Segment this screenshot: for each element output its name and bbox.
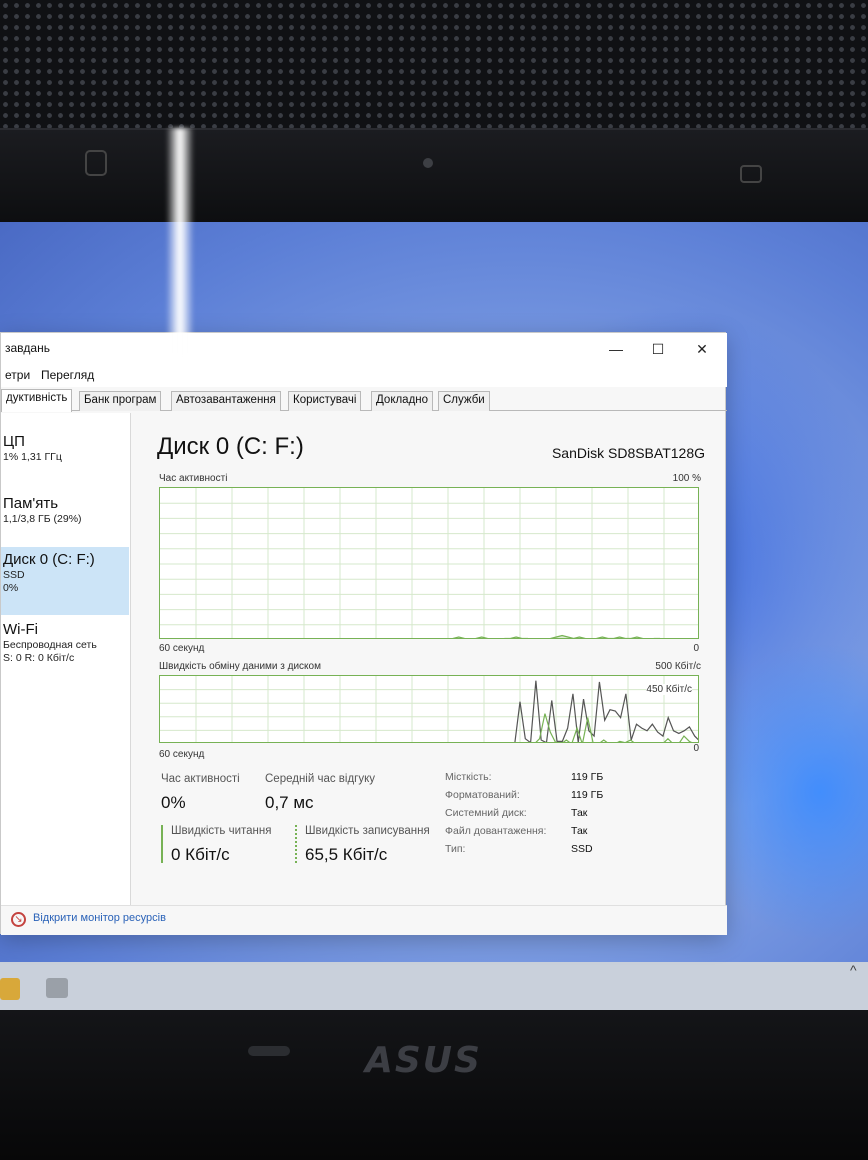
disk-model: SanDisk SD8SBAT128G — [551, 445, 705, 461]
transfer-graph-inner-label: 450 Кбіт/с — [646, 684, 692, 695]
prop-capacity-value: 119 ГБ — [571, 771, 604, 783]
sidebar-item-cpu[interactable]: ЦП 1% 1,31 ГГц — [1, 433, 129, 485]
prop-type-value: SSD — [571, 843, 593, 855]
activity-graph-label: Час активності — [159, 473, 228, 484]
device-brand-logo: ASUS — [365, 1040, 482, 1081]
tab-app-history[interactable]: Банк програм — [79, 391, 162, 411]
read-speed-value: 0 Кбіт/с — [171, 845, 230, 864]
tab-startup[interactable]: Автозавантаження — [171, 391, 281, 411]
open-resource-monitor-link[interactable]: Відкрити монітор ресурсів — [33, 912, 166, 924]
activity-graph — [159, 487, 699, 639]
response-time-value: 0,7 мс — [265, 793, 314, 812]
sidebar-item-sub: SSD — [3, 569, 25, 581]
tab-services[interactable]: Служби — [438, 391, 490, 411]
prop-formatted-value: 119 ГБ — [571, 789, 604, 801]
webcam-icon — [423, 158, 433, 168]
prop-formatted-label: Форматований: — [445, 789, 520, 801]
laptop-top-bezel — [0, 128, 868, 223]
sidebar-item-sub: 1,1/3,8 ГБ (29%) — [3, 513, 82, 525]
transfer-graph-svg — [160, 676, 698, 742]
transfer-graph: 450 Кбіт/с — [159, 675, 699, 743]
prop-system-disk-value: Так — [571, 807, 588, 819]
prop-page-file-value: Так — [571, 825, 588, 837]
bezel-clip-right — [740, 165, 762, 183]
transfer-graph-max: 500 Кбіт/с — [655, 661, 701, 672]
menu-bar: етри Перегляд — [1, 365, 727, 387]
prop-system-disk-label: Системний диск: — [445, 807, 527, 819]
activity-graph-time: 60 секунд — [159, 643, 205, 654]
tab-users[interactable]: Користувачі — [288, 391, 362, 411]
footer-bar: ↘ Відкрити монітор ресурсів — [1, 905, 727, 935]
sidebar-item-label: ЦП — [3, 433, 25, 450]
transfer-graph-zero: 0 — [693, 743, 699, 754]
sidebar-item-sub2: S: 0 R: 0 Кбіт/с — [3, 652, 75, 664]
tab-details[interactable]: Докладно — [371, 391, 434, 411]
sidebar-item-sub2: 0% — [3, 582, 19, 594]
sidebar-item-sub: 1% 1,31 ГГц — [3, 451, 62, 463]
prop-page-file-label: Файл довантаження: — [445, 825, 547, 837]
window-title: завдань — [5, 341, 50, 355]
read-series-line — [535, 713, 692, 742]
disk-details-panel: Диск 0 (C: F:) SanDisk SD8SBAT128G Час а… — [141, 413, 721, 905]
task-manager-taskbar-icon[interactable] — [46, 978, 68, 998]
sidebar-item-label: Пам'ять — [3, 495, 59, 512]
minimize-icon[interactable]: — — [601, 339, 631, 359]
transfer-graph-label: Швидкість обміну даними з диском — [159, 661, 321, 672]
sidebar-item-memory[interactable]: Пам'ять 1,1/3,8 ГБ (29%) — [1, 495, 129, 547]
store-icon[interactable] — [0, 978, 20, 1000]
speaker-grille — [0, 0, 868, 130]
resource-monitor-icon[interactable]: ↘ — [11, 912, 26, 927]
sidebar-item-label: Диск 0 (C: F:) — [3, 551, 95, 568]
active-time-label: Час активності — [161, 773, 240, 785]
prop-type-label: Тип: — [445, 843, 466, 855]
sidebar-item-wifi[interactable]: Wi-Fi Беспроводная сеть S: 0 R: 0 Кбіт/с — [1, 621, 129, 681]
activity-graph-max: 100 % — [672, 473, 701, 484]
read-speed-label: Швидкість читання — [171, 825, 272, 837]
response-time-label: Середній час відгуку — [265, 773, 376, 785]
sidebar-item-sub: Беспроводная сеть — [3, 639, 97, 651]
maximize-icon[interactable]: ☐ — [643, 339, 673, 359]
bezel-clip-left — [85, 150, 107, 176]
read-speed-marker — [161, 825, 163, 863]
write-speed-marker — [295, 825, 297, 863]
glare-reflection — [166, 128, 194, 358]
task-manager-window: завдань — ☐ ✕ етри Перегляд дуктивність … — [0, 332, 727, 935]
taskbar — [0, 962, 868, 1012]
menu-options[interactable]: етри — [5, 368, 30, 382]
active-time-value: 0% — [161, 793, 186, 812]
write-speed-value: 65,5 Кбіт/с — [305, 845, 388, 864]
bezel-slot — [248, 1046, 290, 1056]
sidebar-item-label: Wi-Fi — [3, 621, 38, 638]
title-bar: завдань — ☐ ✕ — [1, 333, 727, 365]
resource-sidebar: ЦП 1% 1,31 ГГц Пам'ять 1,1/3,8 ГБ (29%) … — [1, 413, 131, 905]
tab-performance[interactable]: дуктивність — [1, 389, 73, 412]
page-title: Диск 0 (C: F:) — [157, 433, 304, 460]
laptop-bottom-bezel — [0, 1010, 868, 1160]
write-speed-label: Швидкість записування — [305, 825, 430, 837]
activity-graph-svg — [160, 488, 698, 638]
activity-series-line — [452, 634, 661, 638]
tab-bar: дуктивність Банк програм Автозавантаженн… — [1, 389, 727, 412]
prop-capacity-label: Місткість: — [445, 771, 492, 783]
transfer-graph-time: 60 секунд — [159, 749, 205, 760]
chevron-up-icon[interactable]: ^ — [850, 962, 857, 978]
sidebar-item-disk[interactable]: Диск 0 (C: F:) SSD 0% — [1, 547, 129, 615]
menu-view[interactable]: Перегляд — [41, 368, 94, 382]
activity-graph-zero: 0 — [693, 643, 699, 654]
close-icon[interactable]: ✕ — [687, 339, 717, 359]
